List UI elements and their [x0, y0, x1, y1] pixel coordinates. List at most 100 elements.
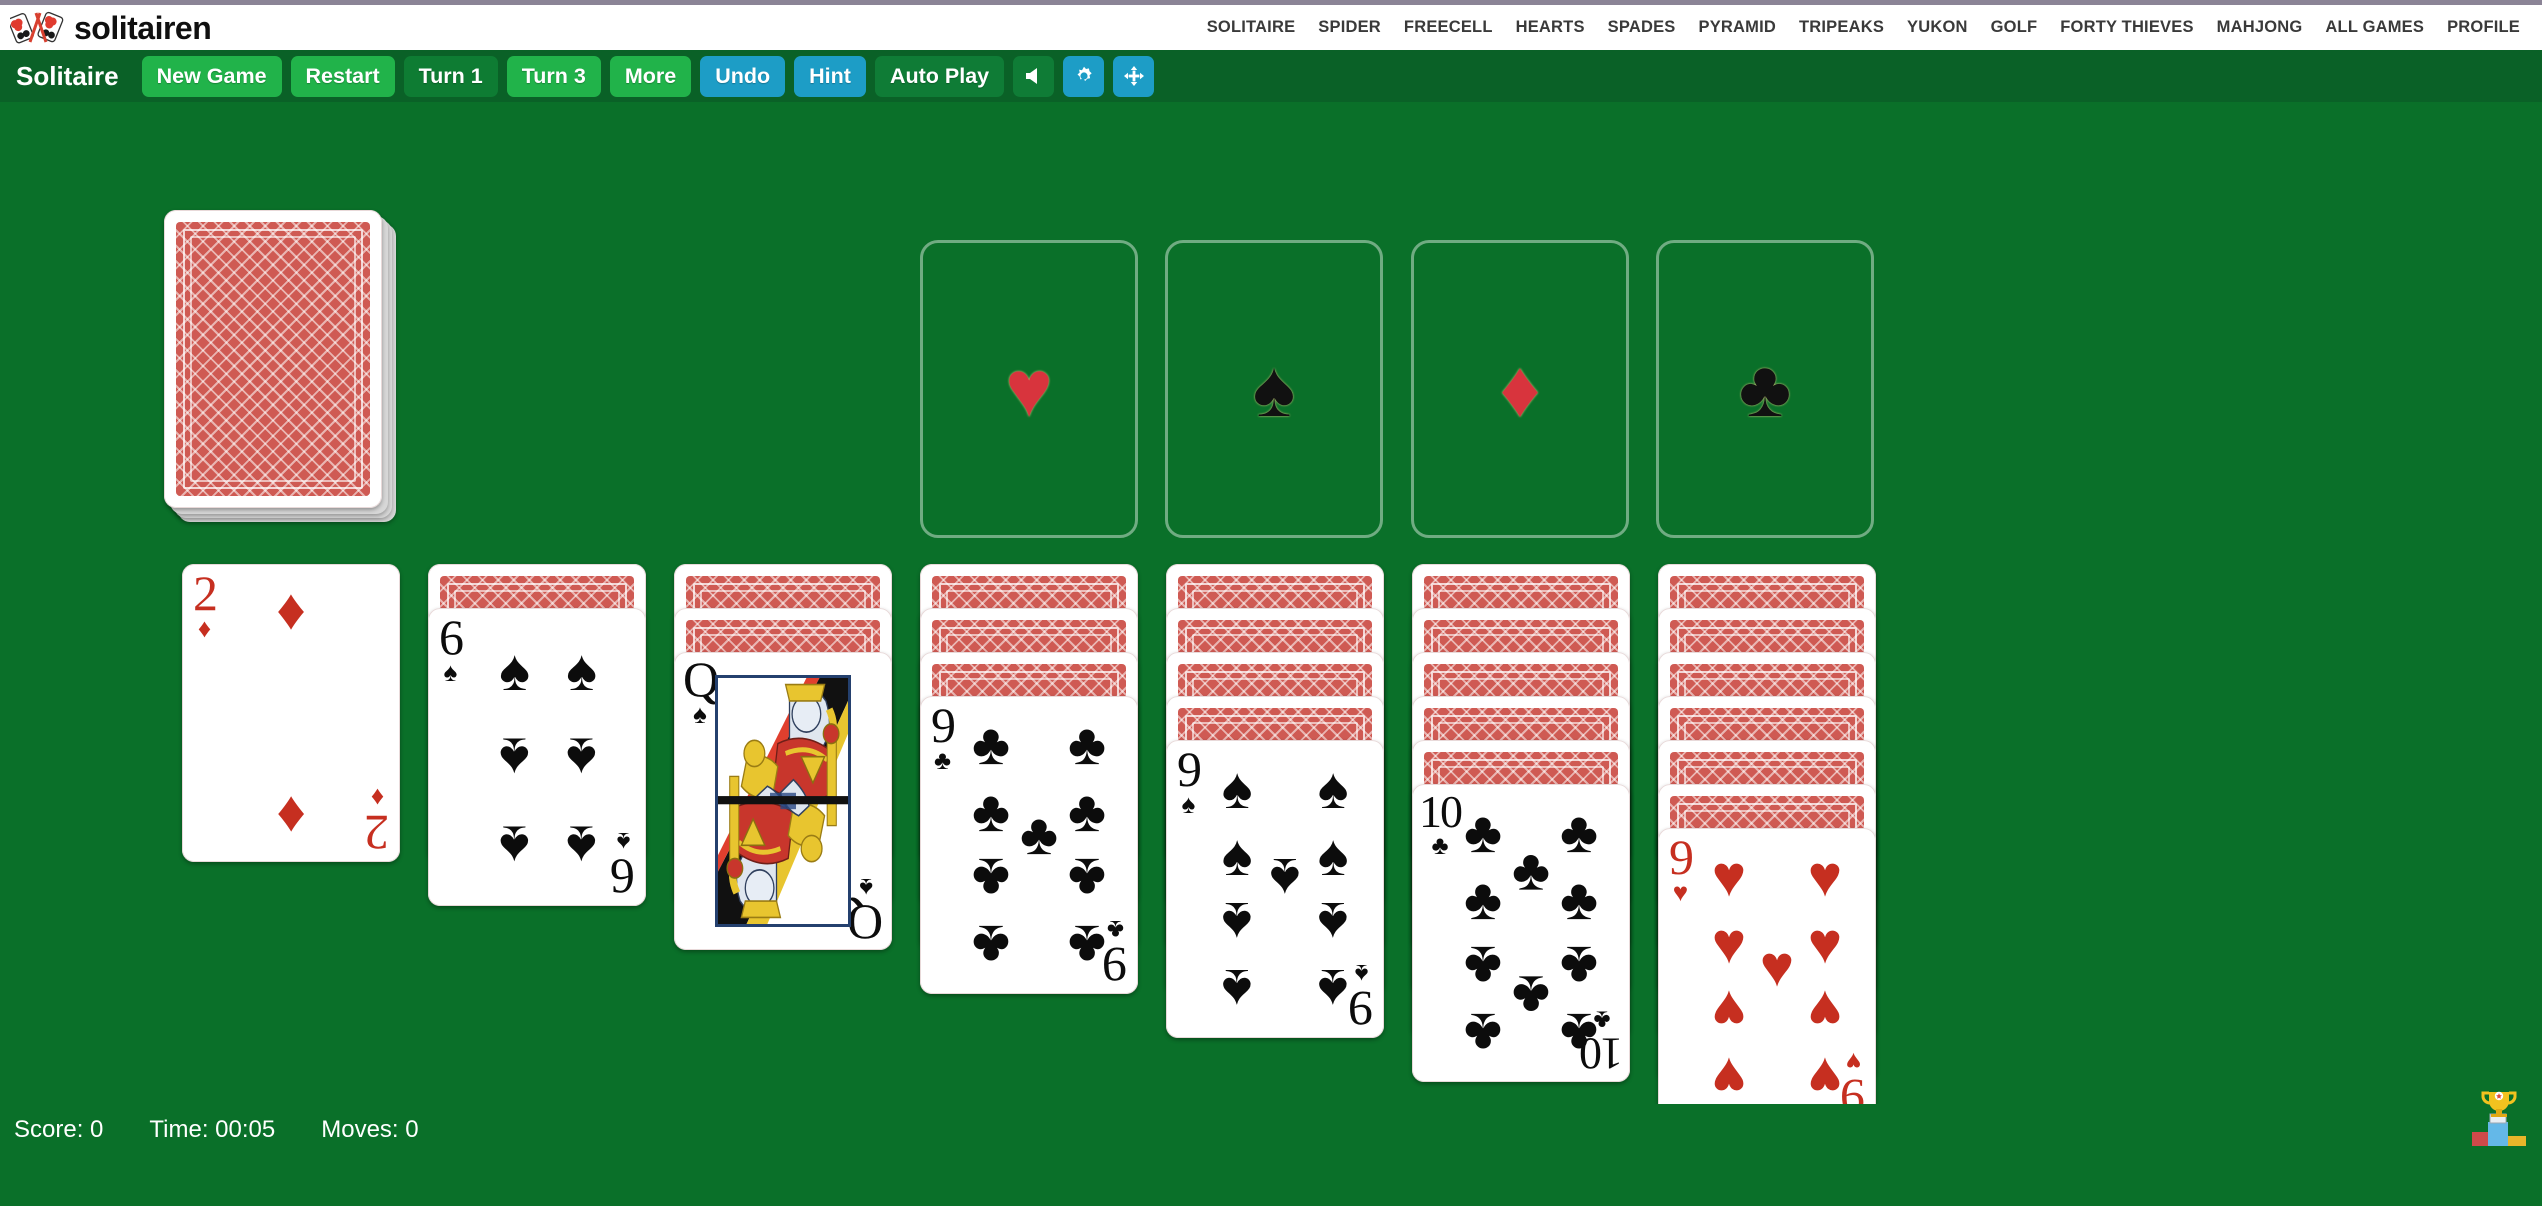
pip: ♠	[499, 726, 530, 791]
pip: ♠	[1317, 755, 1349, 821]
nav-pyramid[interactable]: PYRAMID	[1699, 18, 1777, 37]
pip: ♠	[1269, 846, 1301, 912]
foundation-spades[interactable]: ♠	[1165, 240, 1383, 538]
card-face	[164, 210, 382, 508]
nav-forty-thieves[interactable]: FORTY THIEVES	[2060, 18, 2193, 37]
tableau-column-7[interactable]: 9 ♥ 9 ♥ ♥ ♥ ♥ ♥ ♥ ♥ ♥ ♥ ♥	[1658, 564, 1876, 1126]
pip: ♣	[971, 711, 1011, 777]
nav-mahjong[interactable]: MAHJONG	[2217, 18, 2303, 37]
brand[interactable]: solitairen	[7, 8, 212, 48]
tableau-column-2[interactable]: 6 ♠ 6 ♠ ♠ ♠ ♠ ♠ ♠ ♠	[428, 564, 646, 906]
pip: ♠	[1221, 957, 1253, 1023]
pip: ♣	[1463, 934, 1503, 1000]
nav-golf[interactable]: GOLF	[1991, 18, 2038, 37]
pip: ♠	[499, 813, 530, 879]
spades-suit-icon: ♠	[1252, 344, 1296, 433]
stock-pile[interactable]	[164, 210, 382, 508]
tableau-column-4[interactable]: 9 ♣ 9 ♣ ♣ ♣ ♣ ♣ ♣ ♣ ♣ ♣ ♣	[920, 564, 1138, 994]
pip: ♠	[1221, 822, 1253, 888]
card-10-of-clubs[interactable]: 10 ♣ 10 ♣ ♣ ♣ ♣ ♣ ♣ ♣ ♣ ♣ ♣ ♣	[1412, 784, 1630, 1082]
card-index-top-left: 9 ♥	[1669, 829, 1694, 907]
pip: ♣	[1559, 866, 1599, 932]
auto-play-button[interactable]: Auto Play	[874, 55, 1005, 97]
foundation-hearts[interactable]: ♥	[920, 240, 1138, 538]
card-face: 9 ♠ 9 ♠ ♠ ♠ ♠ ♠ ♠ ♠ ♠ ♠ ♠	[1166, 740, 1384, 1038]
hint-button[interactable]: Hint	[794, 55, 866, 97]
game-board: ♥ ♠ ♦ ♣ 2 ♦ 2 ♦ ♦ ♦ 6 ♠ 6 ♠ ♠ ♠ ♠ ♠ ♠ ♠ …	[0, 102, 2542, 1156]
card-face: 9 ♥ 9 ♥ ♥ ♥ ♥ ♥ ♥ ♥ ♥ ♥ ♥	[1658, 828, 1876, 1126]
card-face: 9 ♣ 9 ♣ ♣ ♣ ♣ ♣ ♣ ♣ ♣ ♣ ♣	[920, 696, 1138, 994]
nav-freecell[interactable]: FREECELL	[1404, 18, 1493, 37]
gear-icon	[1072, 64, 1096, 88]
restart-button[interactable]: Restart	[290, 55, 395, 97]
pip: ♣	[1511, 963, 1551, 1029]
pip: ♥	[1807, 843, 1843, 909]
foundation-clubs[interactable]: ♣	[1656, 240, 1874, 538]
pip: ♥	[1759, 933, 1795, 999]
card-9-of-spades[interactable]: 9 ♠ 9 ♠ ♠ ♠ ♠ ♠ ♠ ♠ ♠ ♠ ♠	[1166, 740, 1384, 1038]
card-queen-of-spades[interactable]: Q ♠ Q ♠ ♠ ♠	[674, 652, 892, 950]
nav-spades[interactable]: SPADES	[1608, 18, 1676, 37]
card-2-of-diamonds[interactable]: 2 ♦ 2 ♦ ♦ ♦	[182, 564, 400, 862]
tableau-column-5[interactable]: 9 ♠ 9 ♠ ♠ ♠ ♠ ♠ ♠ ♠ ♠ ♠ ♠	[1166, 564, 1384, 1038]
pip: ♥	[1807, 910, 1843, 976]
card-index-top-left: 9 ♣	[931, 697, 956, 775]
pip: ♥	[1711, 978, 1747, 1044]
fullscreen-button[interactable]	[1113, 55, 1155, 97]
nav-yukon[interactable]: YUKON	[1907, 18, 1968, 37]
speaker-icon	[1023, 65, 1045, 87]
time-label: Time: 00:05	[149, 1116, 276, 1143]
nav-spider[interactable]: SPIDER	[1318, 18, 1381, 37]
card-9-of-clubs[interactable]: 9 ♣ 9 ♣ ♣ ♣ ♣ ♣ ♣ ♣ ♣ ♣ ♣	[920, 696, 1138, 994]
status-bar: Score: 0 Time: 00:05 Moves: 0	[0, 1091, 2542, 1156]
nav-all-games[interactable]: ALL GAMES	[2325, 18, 2424, 37]
pip: ♥	[1711, 843, 1747, 909]
hearts-suit-icon: ♥	[1005, 344, 1053, 433]
clubs-suit-icon: ♣	[1738, 344, 1792, 433]
pip: ♣	[971, 913, 1011, 979]
card-index-bottom-right: 2 ♦	[366, 783, 389, 861]
card-face: 10 ♣ 10 ♣ ♣ ♣ ♣ ♣ ♣ ♣ ♣ ♣ ♣ ♣	[1412, 784, 1630, 1082]
turn-3-button[interactable]: Turn 3	[506, 55, 601, 97]
pip: ♣	[1067, 711, 1107, 777]
tableau-column-3[interactable]: Q ♠ Q ♠ ♠ ♠	[674, 564, 892, 954]
card-6-of-spades[interactable]: 6 ♠ 6 ♠ ♠ ♠ ♠ ♠ ♠ ♠	[428, 608, 646, 906]
pip: ♠	[566, 637, 597, 703]
new-game-button[interactable]: New Game	[141, 55, 282, 97]
card-index-top-left: 9 ♠	[1177, 741, 1202, 819]
nav-hearts[interactable]: HEARTS	[1516, 18, 1585, 37]
pip: ♠	[499, 637, 530, 703]
turn-1-button[interactable]: Turn 1	[403, 55, 498, 97]
card-9-of-hearts[interactable]: 9 ♥ 9 ♥ ♥ ♥ ♥ ♥ ♥ ♥ ♥ ♥ ♥	[1658, 828, 1876, 1126]
cards-logo-icon	[7, 8, 66, 48]
tableau-column-6[interactable]: 10 ♣ 10 ♣ ♣ ♣ ♣ ♣ ♣ ♣ ♣ ♣ ♣ ♣	[1412, 564, 1630, 1082]
sound-toggle-button[interactable]	[1013, 55, 1055, 97]
pip: ♠	[566, 726, 597, 791]
card-face: Q ♠ Q ♠ ♠ ♠	[674, 652, 892, 950]
pip: ♥	[1807, 978, 1843, 1044]
waste-pile[interactable]	[430, 210, 648, 508]
nav-tripeaks[interactable]: TRIPEAKS	[1799, 18, 1884, 37]
leaderboard-button[interactable]	[2470, 1088, 2528, 1152]
more-button[interactable]: More	[609, 55, 692, 97]
score-label: Score: 0	[14, 1116, 104, 1143]
pip: ♠	[1317, 822, 1349, 888]
card-face: 6 ♠ 6 ♠ ♠ ♠ ♠ ♠ ♠ ♠	[428, 608, 646, 906]
pip: ♣	[1511, 837, 1551, 903]
card-index-bottom-right: 9 ♣	[1104, 915, 1127, 993]
settings-button[interactable]	[1063, 55, 1105, 97]
foundation-diamonds[interactable]: ♦	[1411, 240, 1629, 538]
page-title: Solitaire	[16, 60, 119, 91]
card-index-bottom-right: 6 ♠	[612, 827, 635, 905]
site-header: solitairen SOLITAIRE SPIDER FREECELL HEA…	[0, 5, 2542, 50]
tableau-column-1[interactable]: 2 ♦ 2 ♦ ♦ ♦	[182, 564, 400, 864]
card-pips: ♣ ♣ ♣ ♣ ♣ ♣ ♣ ♣ ♣	[967, 711, 1111, 979]
court-artwork	[715, 675, 851, 927]
pip: ♠	[1221, 755, 1253, 821]
pip: ♣	[1067, 778, 1107, 844]
nav-profile[interactable]: PROFILE	[2447, 18, 2520, 37]
undo-button[interactable]: Undo	[700, 55, 786, 97]
pip: ♣	[1019, 801, 1059, 867]
nav-solitaire[interactable]: SOLITAIRE	[1207, 18, 1296, 37]
card-pips: ♠ ♠ ♠ ♠ ♠ ♠	[481, 627, 615, 889]
